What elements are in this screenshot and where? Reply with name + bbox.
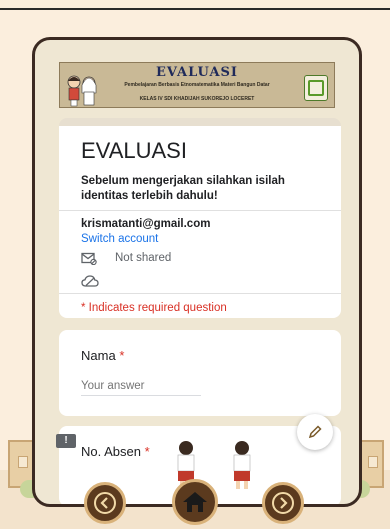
mail-off-icon [81,252,97,265]
question-label-text: Nama [81,348,116,363]
header-banner: EVALUASI Pembelajaran Berbasis Etnomatem… [59,62,335,108]
question-card-nama: Nama * [59,330,341,416]
window [368,456,378,468]
form-header-card: EVALUASI Sebelum mengerjakan silahkan is… [59,118,341,318]
previous-button[interactable] [84,482,126,524]
switch-account-link[interactable]: Switch account [81,233,158,245]
form-title: EVALUASI [81,138,187,163]
home-button[interactable] [172,479,218,525]
window [18,456,28,468]
next-button[interactable] [262,482,304,524]
required-note: * Indicates required question [81,302,227,314]
home-icon [183,492,207,512]
required-star: * [119,348,125,363]
nama-input[interactable] [81,380,201,396]
form-description: Sebelum mengerjakan silahkan isilah iden… [81,175,285,202]
chevron-left-icon [94,492,116,514]
banner-subtitle: Pembelajaran Berbasis Etnomatematika Mat… [124,82,270,88]
school-logo [304,75,328,101]
pencil-icon [308,425,322,439]
not-shared-label: Not shared [115,252,172,264]
chevron-right-icon [272,492,294,514]
account-email: krismatanti@gmail.com [81,218,211,230]
form-scroll-area[interactable]: EVALUASI Sebelum mengerjakan silahkan is… [59,118,341,504]
question-label-text: No. Absen [81,444,141,459]
question-label: Nama * [81,348,124,363]
divider [59,293,341,294]
divider [59,210,341,211]
top-divider [0,8,390,10]
banner-title: EVALUASI [156,65,238,80]
banner-school: KELAS IV SDI KHADIJAH SUKOREJO LOCERET [139,96,255,102]
cloud-icon [81,275,99,287]
required-star: * [144,444,150,459]
feedback-icon[interactable]: ! [56,434,76,448]
phone-frame: EVALUASI Pembelajaran Berbasis Etnomatem… [32,37,362,507]
edit-button[interactable] [297,414,333,450]
child-figure [233,441,251,489]
question-label: No. Absen * [81,444,150,459]
